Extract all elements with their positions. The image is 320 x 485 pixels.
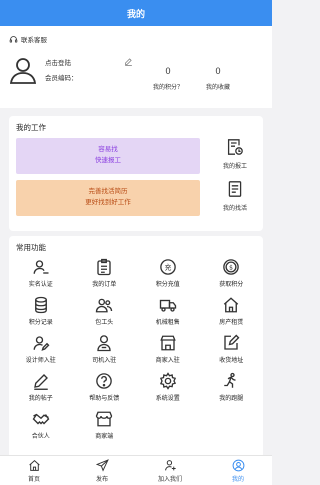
func-contractor[interactable]: 包工头 <box>73 292 137 330</box>
my-job-search-item[interactable]: 我的找活 <box>210 180 260 212</box>
edit-square-icon <box>224 334 240 350</box>
favorites-value: 0 <box>215 66 221 76</box>
customer-service-label: 联系客服 <box>21 37 47 44</box>
add-user-icon <box>164 460 176 471</box>
favorites-label: 我的收藏 <box>205 85 230 91</box>
recharge-icon: 充 <box>159 259 176 275</box>
bottom-tab-bar: 首页 发布 加入我们 我的 <box>0 455 272 485</box>
handshake-icon <box>32 413 50 425</box>
pen-icon <box>33 374 48 390</box>
func-designer[interactable]: 设计师入驻 <box>9 330 73 368</box>
func-driver[interactable]: 司机入驻 <box>73 330 137 368</box>
func-partner[interactable]: 合伙人 <box>9 406 73 444</box>
func-merchant[interactable]: 商家入驻 <box>136 330 200 368</box>
avatar[interactable] <box>8 55 38 85</box>
top-bar: 我的 <box>0 0 272 26</box>
page-title: 我的 <box>126 8 145 19</box>
truck-icon <box>159 299 176 312</box>
banner2-line2: 更好找到好工作 <box>85 199 131 206</box>
edit-icon[interactable] <box>124 57 133 66</box>
resume-banner[interactable]: 完善找活简历 更好找到好工作 <box>16 180 200 216</box>
login-link[interactable]: 点击登陆 <box>45 57 71 67</box>
my-work-title: 我的工作 <box>16 123 46 132</box>
tab-mine-label: 我的 <box>231 477 244 483</box>
common-functions-title: 常用功能 <box>16 243 46 252</box>
help-icon <box>96 373 113 389</box>
function-grid: 实名认证 我的订单 充 积分充值 $ 获取积分 积分记录 包工头 机械租售 房产 <box>9 254 263 444</box>
tab-mine[interactable]: 我的 <box>204 456 272 485</box>
func-verify[interactable]: 实名认证 <box>9 254 73 292</box>
func-errand[interactable]: 我的跑腿 <box>200 368 264 406</box>
shop-icon <box>160 335 176 351</box>
profile-icon <box>232 459 244 472</box>
report-clock-icon <box>227 139 243 155</box>
points-label: 我的积分？ <box>152 85 183 91</box>
runner-icon <box>224 372 236 388</box>
tab-publish[interactable]: 发布 <box>68 456 136 485</box>
banner1-line2: 快速报工 <box>95 157 121 164</box>
common-functions-card: 常用功能 实名认证 我的订单 充 积分充值 $ 获取积分 积分记录 包工头 机械… <box>9 236 263 458</box>
tab-home-label: 首页 <box>27 477 40 483</box>
coin-icon: $ <box>223 259 240 275</box>
points-value: 0 <box>165 66 171 76</box>
favorites-stat[interactable]: 0 我的收藏 <box>193 66 243 91</box>
profile-section: 联系客服 点击登陆 会员编码： 0 我的积分？ 0 我的收藏 <box>0 26 272 108</box>
func-orders[interactable]: 我的订单 <box>73 254 137 292</box>
database-icon <box>34 296 47 314</box>
tab-join-us-label: 加入我们 <box>157 477 182 483</box>
func-settings[interactable]: 系统设置 <box>136 368 200 406</box>
quick-report-banner[interactable]: 容易找 快速报工 <box>16 138 200 174</box>
user-verify-icon <box>33 260 49 274</box>
my-report-item[interactable]: 我的报工 <box>210 138 260 170</box>
banner2-line1: 完善找活简历 <box>88 188 128 195</box>
my-report-label: 我的报工 <box>222 164 247 170</box>
banner1-line1: 容易找 <box>98 146 118 153</box>
func-address[interactable]: 收货地址 <box>200 330 264 368</box>
house-icon <box>224 297 239 313</box>
func-get-points[interactable]: $ 获取积分 <box>200 254 264 292</box>
headset-icon <box>9 35 18 43</box>
driver-icon <box>97 335 111 352</box>
users-icon <box>96 298 113 313</box>
func-recharge[interactable]: 充 积分充值 <box>136 254 200 292</box>
store-icon <box>96 411 113 427</box>
clipboard-icon <box>97 258 111 276</box>
document-icon <box>228 181 242 197</box>
send-icon <box>95 459 109 472</box>
tab-home[interactable]: 首页 <box>0 456 68 485</box>
my-job-search-label: 我的找活 <box>222 206 247 212</box>
tab-join-us[interactable]: 加入我们 <box>136 456 204 485</box>
svg-text:充: 充 <box>164 263 171 272</box>
func-machinery[interactable]: 机械租售 <box>136 292 200 330</box>
gear-icon <box>159 372 176 390</box>
customer-service-link[interactable]: 联系客服 <box>9 34 47 44</box>
func-help[interactable]: 帮助与反馈 <box>73 368 137 406</box>
func-points-record[interactable]: 积分记录 <box>9 292 73 330</box>
func-merchant-end[interactable]: 商家端 <box>73 406 137 444</box>
member-code: 会员编码： <box>45 75 78 82</box>
points-stat[interactable]: 0 我的积分？ <box>143 66 193 91</box>
tab-publish-label: 发布 <box>95 477 108 483</box>
home-icon <box>28 459 40 471</box>
func-my-posts[interactable]: 我的帖子 <box>9 368 73 406</box>
my-work-card: 我的工作 容易找 快速报工 完善找活简历 更好找到好工作 我的报工 我的找活 <box>9 116 263 231</box>
svg-text:$: $ <box>229 264 233 271</box>
func-house-rental[interactable]: 房产租赁 <box>200 292 264 330</box>
user-edit-icon <box>33 336 50 351</box>
